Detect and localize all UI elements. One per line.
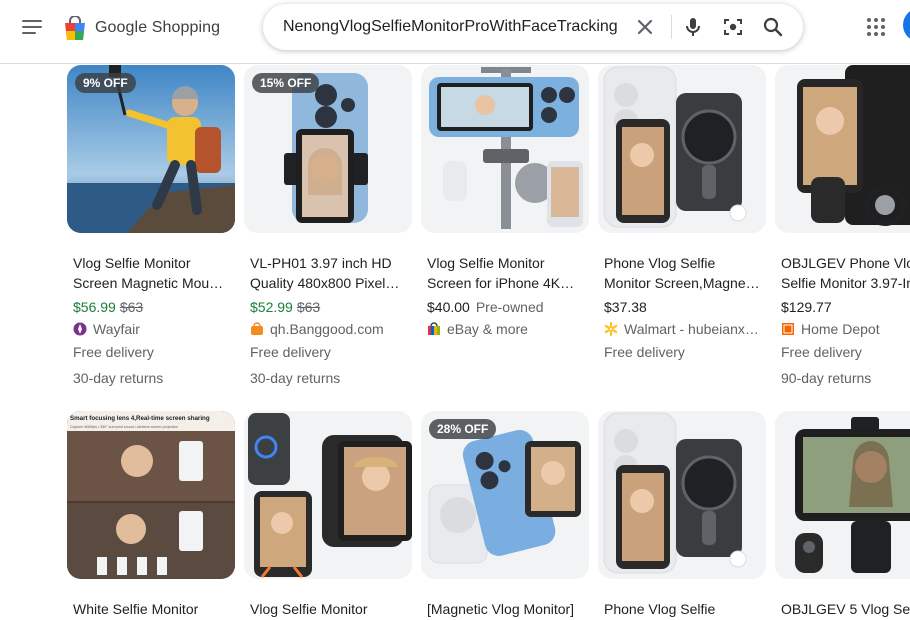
title-line-1: [Magnetic Vlog Monitor] bbox=[427, 601, 575, 617]
title-line-1: Vlog Selfie Monitor bbox=[250, 601, 368, 617]
product-image[interactable]: 9% OFF bbox=[67, 65, 235, 233]
returns-info: 30-day returns bbox=[73, 370, 164, 386]
store-label: Home Depot bbox=[801, 321, 880, 337]
search-bar bbox=[263, 4, 803, 50]
product-title[interactable]: Phone Vlog Selfie bbox=[604, 599, 764, 619]
title-line-2: Screen Magnetic Mou… bbox=[73, 275, 224, 291]
product-title[interactable]: Vlog Selfie Monitor Screen Magnetic Mou… bbox=[73, 253, 233, 293]
returns-info: 90-day returns bbox=[781, 370, 872, 386]
delivery-info: Free delivery bbox=[73, 344, 154, 360]
product-image[interactable]: 15% OFF bbox=[244, 65, 412, 233]
original-price: $63 bbox=[296, 299, 321, 315]
title-line-2: Screen for iPhone 4K… bbox=[427, 275, 575, 291]
product-title[interactable]: OBJLGEV Phone Vlo Selfie Monitor 3.97-In bbox=[781, 253, 910, 293]
product-price: $52.99 $63 bbox=[250, 297, 320, 317]
current-price: $129.77 bbox=[781, 299, 832, 315]
delivery-info: Free delivery bbox=[604, 344, 685, 360]
store-label: Wayfair bbox=[93, 321, 140, 337]
product-image[interactable] bbox=[421, 65, 589, 233]
product-price: $37.38 bbox=[604, 297, 647, 317]
google-shopping-logo[interactable]: Google Shopping bbox=[64, 11, 220, 45]
product-title[interactable]: Vlog Selfie Monitor Screen for iPhone 4K… bbox=[427, 253, 587, 293]
shopping-bag-store-icon bbox=[428, 322, 440, 335]
product-title[interactable]: OBJLGEV 5 Vlog Sel bbox=[781, 599, 910, 619]
store-name[interactable]: Home Depot bbox=[781, 319, 910, 339]
store-label: eBay & more bbox=[447, 321, 528, 337]
discount-badge: 15% OFF bbox=[252, 73, 320, 93]
banner-subheading: Capture 4K60fps • 360° surround sound • … bbox=[70, 425, 178, 429]
walmart-spark-icon bbox=[604, 322, 618, 336]
current-price: $37.38 bbox=[604, 299, 647, 315]
top-bar: Google Shopping bbox=[0, 0, 910, 64]
delivery-info: Free delivery bbox=[250, 344, 331, 360]
current-price: $52.99 bbox=[250, 299, 293, 315]
title-line-1: Phone Vlog Selfie bbox=[604, 255, 716, 271]
title-line-1: Vlog Selfie Monitor bbox=[73, 255, 191, 271]
discount-badge: 9% OFF bbox=[75, 73, 136, 93]
store-label: qh.Banggood.com bbox=[270, 321, 384, 337]
product-title[interactable]: [Magnetic Vlog Monitor] bbox=[427, 599, 587, 619]
store-name[interactable]: eBay & more bbox=[427, 319, 589, 339]
current-price: $56.99 bbox=[73, 299, 116, 315]
title-line-1: OBJLGEV Phone Vlo bbox=[781, 255, 910, 271]
account-avatar[interactable] bbox=[903, 8, 910, 42]
product-image[interactable] bbox=[775, 65, 910, 233]
product-title[interactable]: White Selfie Monitor bbox=[73, 599, 233, 619]
original-price: $63 bbox=[119, 299, 144, 315]
product-title[interactable]: VL-PH01 3.97 inch HD Quality 480x800 Pix… bbox=[250, 253, 410, 293]
product-image[interactable]: Smart focusing lens 4,Real-time screen s… bbox=[67, 411, 235, 579]
condition-label: Pre-owned bbox=[475, 299, 544, 315]
product-image[interactable]: 28% OFF bbox=[421, 411, 589, 579]
title-line-1: OBJLGEV 5 Vlog Sel bbox=[781, 601, 910, 617]
product-image[interactable] bbox=[598, 65, 766, 233]
product-price: $40.00 Pre-owned bbox=[427, 297, 544, 317]
product-title[interactable]: Vlog Selfie Monitor bbox=[250, 599, 410, 619]
store-label: Walmart - hubeianx… bbox=[624, 321, 759, 337]
current-price: $40.00 bbox=[427, 299, 470, 315]
search-divider bbox=[671, 15, 672, 39]
wayfair-icon bbox=[73, 322, 87, 336]
returns-info: 30-day returns bbox=[250, 370, 341, 386]
title-line-1: White Selfie Monitor bbox=[73, 601, 199, 617]
banggood-icon bbox=[251, 322, 263, 335]
hamburger-menu-icon[interactable] bbox=[22, 18, 42, 36]
title-line-2: Monitor Screen,Magne… bbox=[604, 275, 760, 291]
title-line-1: Phone Vlog Selfie bbox=[604, 601, 716, 617]
banner-heading: Smart focusing lens 4,Real-time screen s… bbox=[70, 415, 210, 422]
search-input[interactable] bbox=[283, 4, 628, 50]
product-image[interactable] bbox=[775, 411, 910, 579]
store-name[interactable]: Walmart - hubeianx… bbox=[604, 319, 766, 339]
title-line-2: Selfie Monitor 3.97-In bbox=[781, 275, 910, 291]
microphone-icon[interactable] bbox=[681, 15, 705, 39]
apps-grid-icon[interactable] bbox=[866, 17, 886, 37]
product-price: $56.99 $63 bbox=[73, 297, 143, 317]
product-price: $129.77 bbox=[781, 297, 832, 317]
shopping-bag-icon bbox=[64, 15, 86, 40]
home-depot-icon bbox=[782, 323, 794, 335]
store-name[interactable]: qh.Banggood.com bbox=[250, 319, 412, 339]
product-image[interactable] bbox=[598, 411, 766, 579]
product-image[interactable] bbox=[244, 411, 412, 579]
close-icon[interactable] bbox=[633, 15, 657, 39]
logo-text: Google Shopping bbox=[95, 19, 221, 36]
camera-lens-icon[interactable] bbox=[721, 15, 745, 39]
store-name[interactable]: Wayfair bbox=[73, 319, 235, 339]
title-line-1: VL-PH01 3.97 inch HD bbox=[250, 255, 392, 271]
delivery-info: Free delivery bbox=[781, 344, 862, 360]
product-title[interactable]: Phone Vlog Selfie Monitor Screen,Magne… bbox=[604, 253, 764, 293]
discount-badge: 28% OFF bbox=[429, 419, 497, 439]
title-line-1: Vlog Selfie Monitor bbox=[427, 255, 545, 271]
title-line-2: Quality 480x800 Pixel… bbox=[250, 275, 400, 291]
search-icon[interactable] bbox=[761, 15, 785, 39]
